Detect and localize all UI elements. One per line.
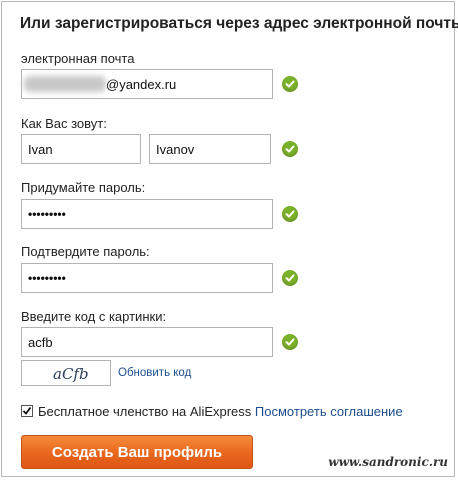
captcha-image-text: aCfb [53,365,89,383]
captcha-label: Введите код с картинки: [21,309,167,324]
watermark: www.sandronic.ru [328,455,448,469]
confirm-password-valid-icon [282,270,298,286]
confirm-password-label: Подтвердите пароль: [21,244,150,259]
captcha-input[interactable] [21,327,273,357]
last-name-input[interactable] [149,134,271,164]
confirm-password-field[interactable]: ••••••••• [21,263,273,293]
refresh-captcha-link[interactable]: Обновить код [118,367,191,379]
membership-text: Бесплатное членство на AliExpress [38,404,252,419]
create-profile-button[interactable]: Создать Ваш профиль [21,435,253,469]
email-redacted-blur [24,76,106,92]
email-domain-text: @yandex.ru [106,77,177,92]
checkbox-checked-icon [22,406,32,415]
membership-label: Бесплатное членство на AliExpress Посмот… [38,404,403,419]
password-label: Придумайте пароль: [21,180,146,195]
password-valid-icon [282,206,298,222]
membership-checkbox[interactable] [21,405,33,417]
registration-panel: Или зарегистрироваться через адрес элект… [1,1,458,477]
captcha-image: aCfb [21,360,111,386]
name-label: Как Вас зовут: [21,116,107,131]
view-agreement-link[interactable]: Посмотреть соглашение [255,404,403,419]
name-valid-icon [282,141,298,157]
email-label: электронная почта [21,51,135,66]
password-field[interactable]: ••••••••• [21,199,273,229]
section-title: Или зарегистрироваться через адрес элект… [20,15,458,32]
first-name-input[interactable] [21,134,141,164]
captcha-valid-icon [282,334,298,350]
email-valid-icon [282,76,298,92]
